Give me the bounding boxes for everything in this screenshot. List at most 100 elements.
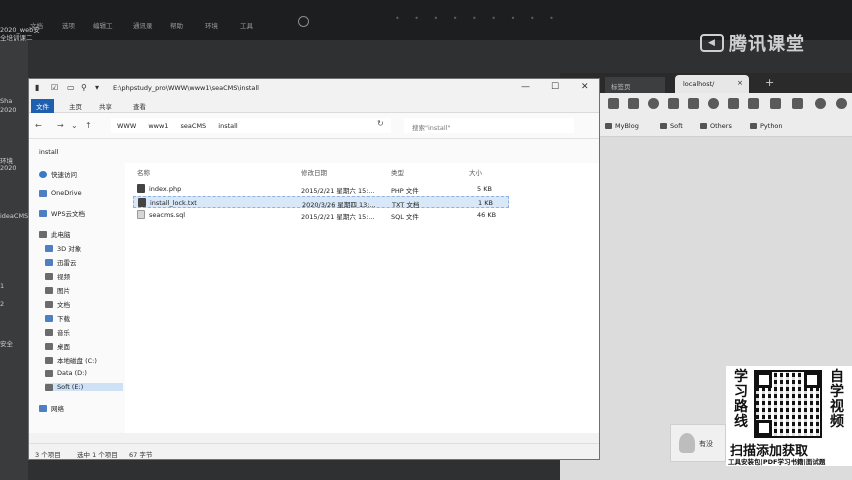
sidebar-item-onedrive[interactable]: OneDrive: [39, 189, 82, 197]
quick-access-dropdown-icon[interactable]: ▾: [95, 83, 99, 92]
promo-char: 线: [734, 414, 748, 430]
extension-icon[interactable]: [628, 98, 639, 109]
up-arrow-icon[interactable]: ↑: [85, 121, 92, 130]
bookmark-item[interactable]: Python: [750, 122, 783, 130]
sidebar-item-label: 图片: [57, 287, 70, 295]
qr-finder: [804, 372, 820, 388]
sidebar-item-videos[interactable]: 视频: [45, 271, 70, 281]
bookmark-item[interactable]: Others: [700, 122, 732, 130]
desktop-menu-item[interactable]: 编辑工: [93, 20, 113, 30]
desktop-menu-item[interactable]: 通讯录: [133, 20, 153, 30]
file-row-selected[interactable]: install_lock.txt 2020/3/26 星期四 13:... TX…: [133, 196, 509, 209]
desktop-icon-label[interactable]: 安全: [0, 338, 13, 348]
sidebar-item-documents[interactable]: 文档: [45, 299, 70, 309]
minimize-button[interactable]: —: [521, 82, 530, 92]
extension-icon[interactable]: [708, 98, 719, 109]
tab-file[interactable]: 文件: [31, 99, 54, 113]
status-bar: 3 个项目 选中 1 个项目 67 字节: [29, 443, 599, 459]
file-name: seacms.sql: [149, 211, 186, 219]
recent-dropdown-icon[interactable]: ⌄: [71, 121, 78, 130]
extension-icon[interactable]: [815, 98, 826, 109]
sidebar-item-drive-e[interactable]: Soft (E:): [45, 383, 123, 391]
browser-tab-active[interactable]: localhost/ ×: [675, 75, 749, 93]
extension-icon[interactable]: [688, 98, 699, 109]
file-size: 5 KB: [477, 185, 492, 193]
ribbon-tabs: 文件 主页 共享 查看: [29, 97, 599, 113]
extension-icon[interactable]: [770, 98, 781, 109]
address-bar[interactable]: WWW www1 seaCMS install: [111, 118, 391, 133]
desktop-icon-label[interactable]: 1: [0, 282, 4, 290]
file-size: 1 KB: [478, 199, 493, 207]
sidebar-item-downloads[interactable]: 下载: [45, 313, 70, 323]
column-header-size[interactable]: 大小: [469, 167, 482, 177]
breadcrumb-item[interactable]: seaCMS: [181, 122, 207, 130]
cloud-icon: [39, 189, 47, 197]
desktop-icon-label[interactable]: 2020: [0, 106, 17, 114]
desktop-icon-label[interactable]: Sha: [0, 97, 12, 105]
extension-icon[interactable]: [792, 98, 803, 109]
maximize-button[interactable]: ☐: [551, 82, 559, 92]
sidebar-item-this-pc[interactable]: 此电脑: [39, 229, 71, 239]
profile-icon[interactable]: [836, 98, 847, 109]
close-button[interactable]: ✕: [581, 82, 589, 92]
bookmark-item[interactable]: Soft: [660, 122, 683, 130]
close-tab-icon[interactable]: ×: [737, 79, 743, 87]
promo-char: 习: [734, 384, 748, 400]
column-header-type[interactable]: 类型: [391, 167, 404, 177]
desktop-menu-item[interactable]: 工具: [240, 20, 253, 30]
file-row[interactable]: index.php 2015/2/21 星期六 15:... PHP 文件 5 …: [133, 183, 509, 195]
desktop-icon-label[interactable]: 全培训课二: [0, 32, 33, 42]
sidebar-item-label: 快速访问: [51, 171, 77, 179]
extension-icon[interactable]: [748, 98, 759, 109]
search-input[interactable]: 搜索"install": [404, 118, 574, 133]
breadcrumb-item[interactable]: install: [218, 122, 237, 130]
bookmark-item[interactable]: MyBlog: [605, 122, 639, 130]
sidebar-item-network[interactable]: 网络: [39, 403, 64, 413]
desktop-icon-label[interactable]: ideaCMS: [0, 212, 28, 220]
new-folder-icon[interactable]: ▭: [67, 83, 75, 92]
tab-home[interactable]: 主页: [69, 101, 82, 111]
sidebar-item-xunlei-cloud[interactable]: 迅雷云: [45, 257, 77, 267]
pin-icon[interactable]: ⚲: [81, 83, 87, 92]
extension-icon[interactable]: [608, 98, 619, 109]
column-header-date[interactable]: 修改日期: [301, 167, 327, 177]
breadcrumb-item[interactable]: www1: [148, 122, 168, 130]
properties-icon[interactable]: ☑: [51, 83, 58, 92]
sidebar-item-label: 桌面: [57, 343, 70, 351]
file-size: 46 KB: [477, 211, 497, 219]
sidebar-item-label: WPS云文档: [51, 210, 85, 218]
selection-count: 选中 1 个项目: [77, 451, 118, 459]
sidebar-item-quick-access[interactable]: 快速访问: [39, 169, 77, 179]
promo-char: 学: [734, 369, 748, 385]
sidebar-item-wps-cloud[interactable]: WPS云文档: [39, 208, 85, 218]
sidebar-item-drive-d[interactable]: Data (D:): [45, 369, 87, 377]
file-type: PHP 文件: [391, 187, 419, 195]
sidebar-item-label: 下载: [57, 315, 70, 323]
desktop-icon-label[interactable]: 2020: [0, 164, 17, 172]
browser-tab[interactable]: 标签页: [605, 77, 665, 93]
back-arrow-icon[interactable]: ←: [35, 121, 42, 130]
forward-arrow-icon[interactable]: →: [57, 121, 64, 130]
refresh-icon[interactable]: ↻: [377, 119, 384, 128]
desktop-menu-item[interactable]: 选项: [62, 20, 75, 30]
qr-code[interactable]: [754, 370, 822, 438]
extension-icon[interactable]: [728, 98, 739, 109]
breadcrumb-item[interactable]: WWW: [117, 122, 136, 130]
folder-tab-label[interactable]: install: [39, 148, 58, 156]
file-row[interactable]: seacms.sql 2015/2/21 星期六 15:... SQL 文件 4…: [133, 209, 509, 221]
new-tab-button[interactable]: +: [765, 76, 774, 89]
desktop-menu-item[interactable]: 环境: [205, 20, 218, 30]
sidebar-item-desktop[interactable]: 桌面: [45, 341, 70, 351]
file-type: SQL 文件: [391, 213, 419, 221]
column-header-name[interactable]: 名称: [137, 167, 150, 177]
extension-icon[interactable]: [668, 98, 679, 109]
tab-view[interactable]: 查看: [133, 101, 146, 111]
desktop-icon-label[interactable]: 2: [0, 300, 4, 308]
tab-share[interactable]: 共享: [99, 101, 112, 111]
sidebar-item-music[interactable]: 音乐: [45, 327, 70, 337]
sidebar-item-pictures[interactable]: 图片: [45, 285, 70, 295]
desktop-menu-item[interactable]: 帮助: [170, 20, 183, 30]
sidebar-item-3d-objects[interactable]: 3D 对象: [45, 243, 81, 253]
extension-icon[interactable]: [648, 98, 659, 109]
sidebar-item-drive-c[interactable]: 本地磁盘 (C:): [45, 355, 97, 365]
